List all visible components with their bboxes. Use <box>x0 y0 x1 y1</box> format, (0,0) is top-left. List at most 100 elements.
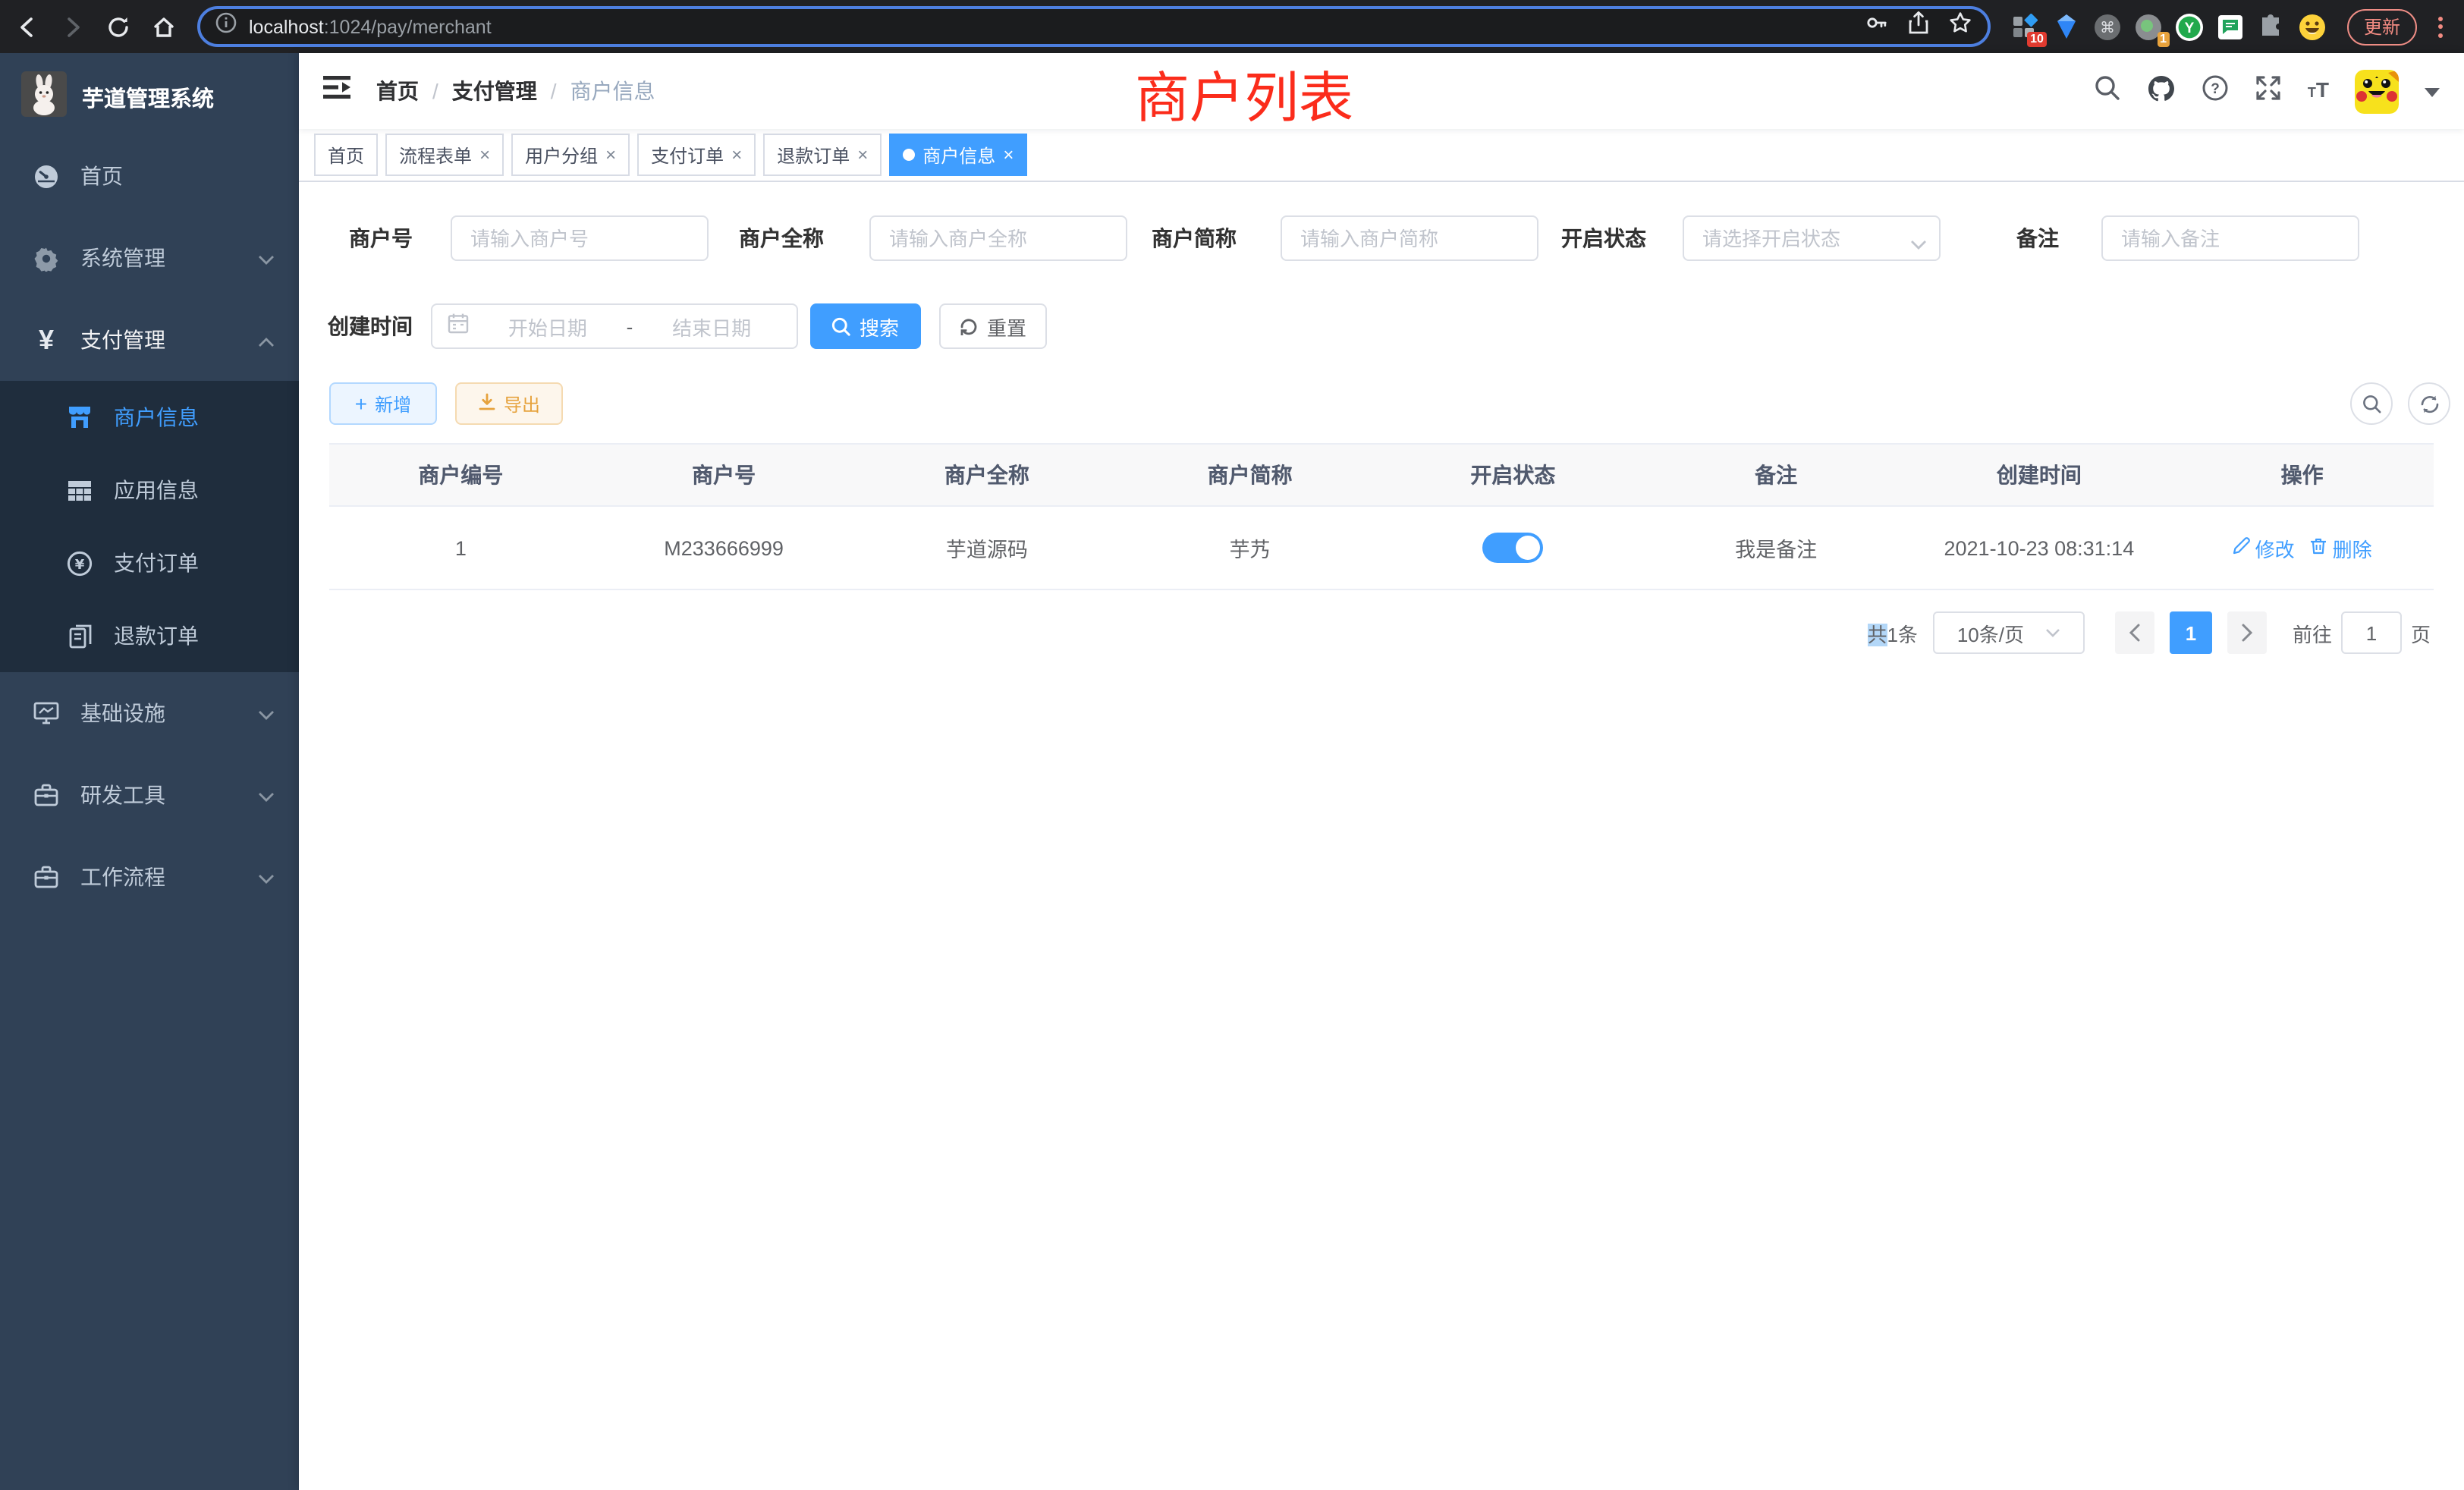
tab-home[interactable]: 首页 <box>314 134 378 176</box>
merchant-fullname-input[interactable] <box>869 215 1127 261</box>
refresh-icon[interactable] <box>2408 382 2450 425</box>
annotation-merchant-list: 商户列表 <box>1135 55 1353 134</box>
chevron-down-icon <box>258 783 275 807</box>
goto-page-input[interactable] <box>2341 611 2402 654</box>
page-number-1[interactable]: 1 <box>2170 611 2212 654</box>
end-date-placeholder[interactable]: 结束日期 <box>642 312 781 341</box>
ext-command-icon[interactable]: ⌘ <box>2094 13 2121 40</box>
sidebar-item-app-info[interactable]: 应用信息 <box>0 454 299 527</box>
sidebar-item-home[interactable]: 首页 <box>0 135 299 217</box>
grid-icon <box>67 479 93 501</box>
sidebar-logo-row[interactable]: 芋道管理系统 <box>0 53 299 135</box>
sidebar-item-merchant-info[interactable]: 商户信息 <box>0 381 299 454</box>
pagination-goto: 前往 页 <box>2293 611 2431 654</box>
help-icon[interactable]: ? <box>2202 74 2229 108</box>
close-icon[interactable]: × <box>479 146 490 164</box>
chevron-down-icon <box>258 701 275 725</box>
viewport: localhost:1024/pay/merchant 10 ⌘ 1 Y 更 <box>0 0 2464 1490</box>
delete-link[interactable]: 删除 <box>2310 533 2372 562</box>
key-icon[interactable] <box>1865 11 1889 42</box>
sidebar-item-workflow[interactable]: 工作流程 <box>0 836 299 918</box>
profile-emoji-icon[interactable] <box>2299 13 2326 40</box>
dashboard-icon <box>33 163 59 189</box>
status-toggle[interactable] <box>1482 533 1543 563</box>
start-date-placeholder[interactable]: 开始日期 <box>478 312 618 341</box>
edit-link[interactable]: 修改 <box>2233 533 2295 562</box>
ext-recorder-icon[interactable]: 1 <box>2135 13 2162 40</box>
sidebar-item-infra[interactable]: 基础设施 <box>0 672 299 754</box>
close-icon[interactable]: × <box>857 146 868 164</box>
create-time-range-picker[interactable]: 开始日期 - 结束日期 <box>431 303 798 349</box>
hamburger-fold-icon[interactable] <box>323 74 352 108</box>
url-bar[interactable]: localhost:1024/pay/merchant <box>197 6 1991 47</box>
cell-merchant-no: M233666999 <box>592 536 856 559</box>
breadcrumb-home[interactable]: 首页 <box>376 76 419 106</box>
merchant-shortname-input[interactable] <box>1281 215 1538 261</box>
search-button[interactable]: 搜索 <box>810 303 921 349</box>
add-button[interactable]: + 新增 <box>329 382 437 425</box>
close-icon[interactable]: × <box>731 146 742 164</box>
sidebar-item-dev-tools[interactable]: 研发工具 <box>0 754 299 836</box>
sidebar-item-system[interactable]: 系统管理 <box>0 217 299 299</box>
avatar[interactable] <box>2355 69 2399 113</box>
search-form-row-1: 商户号 商户全称 商户简称 开启状态 备注 <box>299 215 2464 261</box>
prev-page-button[interactable] <box>2115 611 2154 654</box>
ext-badge: 10 <box>2027 31 2047 46</box>
sidebar-item-pay-order[interactable]: ¥ 支付订单 <box>0 527 299 599</box>
svg-text:⌘: ⌘ <box>2100 17 2115 36</box>
sidebar-item-pay[interactable]: ¥ 支付管理 <box>0 299 299 381</box>
url-text[interactable]: localhost:1024/pay/merchant <box>249 16 1853 37</box>
browser-update-button[interactable]: 更新 <box>2347 8 2417 45</box>
fullscreen-icon[interactable] <box>2255 74 2282 108</box>
ext-grid-icon[interactable]: 10 <box>2012 13 2039 40</box>
tab-pay-order[interactable]: 支付订单× <box>637 134 756 176</box>
merchant-no-input[interactable] <box>451 215 709 261</box>
back-icon[interactable] <box>15 14 39 39</box>
ext-y-logo-icon[interactable]: Y <box>2176 13 2203 40</box>
field-label: 备注 <box>1974 215 2059 261</box>
svg-text:Y: Y <box>2185 20 2195 36</box>
chevron-down-icon <box>1910 231 1927 258</box>
export-button[interactable]: 导出 <box>455 382 563 425</box>
reload-icon[interactable] <box>106 14 130 39</box>
ext-badge: 1 <box>2157 31 2170 46</box>
documents-icon <box>67 623 93 649</box>
search-icon[interactable] <box>2094 74 2121 108</box>
reset-button[interactable]: 重置 <box>939 303 1047 349</box>
chevron-down-icon <box>258 865 275 889</box>
cell-merchant-id: 1 <box>329 536 592 559</box>
yen-icon: ¥ <box>33 324 59 356</box>
tab-merchant-info[interactable]: 商户信息× <box>889 134 1027 176</box>
breadcrumb: 首页 / 支付管理 / 商户信息 <box>376 76 655 106</box>
cell-created-at: 2021-10-23 08:31:14 <box>1908 536 2171 559</box>
font-size-icon[interactable]: TT <box>2308 77 2329 105</box>
menu-dots-icon[interactable] <box>2438 16 2443 37</box>
tab-process-form[interactable]: 流程表单× <box>385 134 504 176</box>
breadcrumb-pay[interactable]: 支付管理 <box>452 76 537 106</box>
cell-status <box>1381 533 1645 563</box>
info-icon[interactable] <box>215 12 237 41</box>
github-icon[interactable] <box>2147 74 2176 108</box>
ext-gem-icon[interactable] <box>2053 13 2080 40</box>
remark-input[interactable] <box>2101 215 2359 261</box>
status-select[interactable] <box>1683 215 1941 261</box>
star-icon[interactable] <box>1948 11 1972 42</box>
tab-user-group[interactable]: 用户分组× <box>511 134 630 176</box>
calendar-icon <box>448 312 469 341</box>
forward-icon[interactable] <box>61 14 85 39</box>
ext-chat-icon[interactable] <box>2217 13 2244 40</box>
tab-refund-order[interactable]: 退款订单× <box>763 134 882 176</box>
sidebar-item-refund-order[interactable]: 退款订单 <box>0 599 299 672</box>
extensions-puzzle-icon[interactable] <box>2258 13 2285 40</box>
search-toggle-icon[interactable] <box>2350 382 2393 425</box>
next-page-button[interactable] <box>2227 611 2267 654</box>
home-icon[interactable] <box>152 14 176 39</box>
breadcrumb-merchant: 商户信息 <box>570 76 655 106</box>
caret-down-icon[interactable] <box>2425 77 2440 105</box>
share-icon[interactable] <box>1907 11 1930 42</box>
close-icon[interactable]: × <box>1003 146 1014 164</box>
page-size-select[interactable]: 10条/页 <box>1933 611 2085 654</box>
browser-extensions: 10 ⌘ 1 Y <box>2012 13 2326 40</box>
field-label: 商户简称 <box>1130 215 1237 261</box>
close-icon[interactable]: × <box>605 146 616 164</box>
